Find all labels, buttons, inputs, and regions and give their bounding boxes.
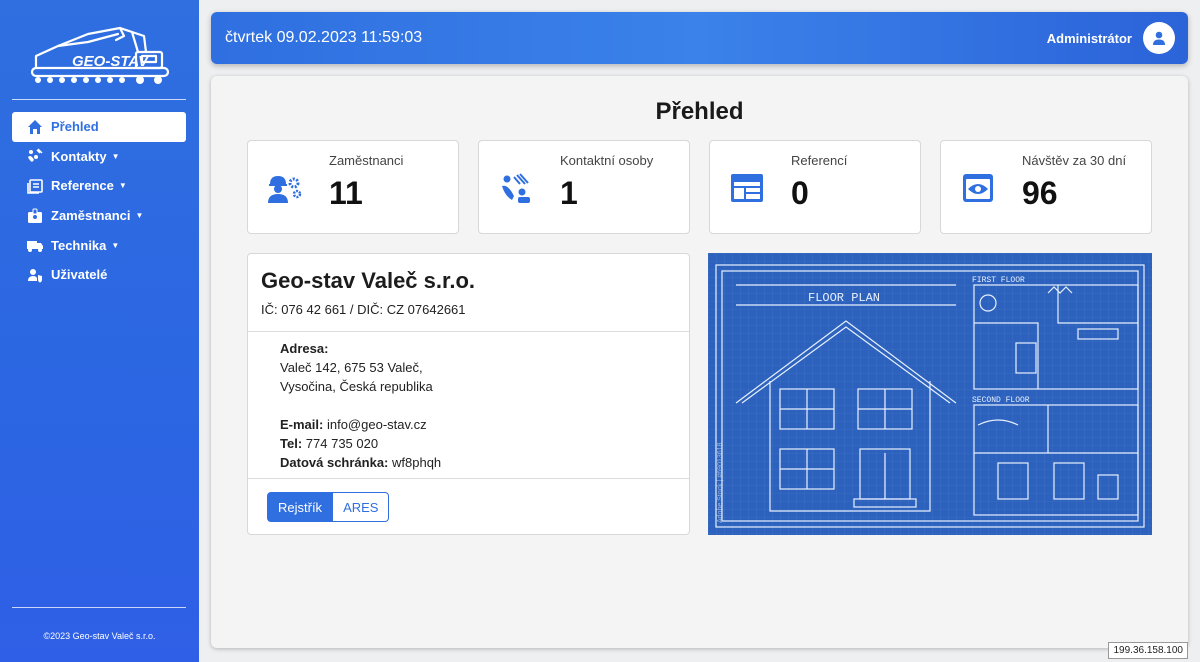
databox-value: wf8phqh — [392, 455, 442, 470]
stat-value: 1 — [560, 175, 578, 211]
sidebar-item-uzivatele[interactable]: Uživatelé — [12, 260, 186, 290]
user-icon — [1153, 31, 1165, 45]
main-content: Přehled Zaměstnanci 11 Kontaktní osoby 1… — [211, 76, 1188, 648]
sidebar-item-label: Přehled — [51, 119, 99, 135]
sidebar-nav: Přehled Kontakty ▼ Reference ▼ Zaměstnan… — [12, 112, 186, 290]
databox-label: Datová schránka: — [280, 455, 389, 470]
table-icon — [728, 171, 766, 205]
stat-value: 11 — [329, 175, 363, 211]
truck-icon — [26, 236, 44, 254]
stat-label: Kontaktní osoby — [560, 153, 654, 168]
address-line-1: Valeč 142, 675 53 Valeč, — [280, 360, 423, 375]
stock-watermark: Adobe Stock | #69013618 — [717, 442, 724, 523]
sidebar-item-label: Reference — [51, 178, 114, 194]
blueprint-image: FLOOR PLAN FIRST FLOOR SECOND FLOOR Adob… — [708, 253, 1152, 535]
stat-card-kontaktni-osoby[interactable]: Kontaktní osoby 1 — [478, 140, 690, 234]
caret-down-icon: ▼ — [111, 151, 120, 161]
address-label: Adresa: — [280, 341, 329, 356]
blueprint-title: FLOOR PLAN — [808, 291, 880, 305]
blueprint-first-floor: FIRST FLOOR — [972, 276, 1025, 285]
sidebar-item-technika[interactable]: Technika ▼ — [12, 230, 186, 260]
address-line-2: Vysočina, Česká republika — [280, 379, 433, 394]
company-card: Geo-stav Valeč s.r.o. IČ: 076 42 661 / D… — [247, 253, 690, 535]
user-name[interactable]: Administrátor — [1047, 31, 1132, 46]
badge-icon — [26, 207, 44, 225]
email-value[interactable]: info@geo-stav.cz — [327, 417, 427, 432]
rejstrik-button[interactable]: Rejstřík — [267, 492, 334, 522]
sidebar-item-kontakty[interactable]: Kontakty ▼ — [12, 142, 186, 172]
phone-label: Tel: — [280, 436, 303, 451]
page-title: Přehled — [655, 98, 744, 125]
stat-value: 0 — [791, 175, 809, 211]
company-name: Geo-stav Valeč s.r.o. — [261, 268, 476, 293]
sidebar-item-label: Zaměstnanci — [51, 208, 131, 224]
home-icon — [26, 118, 44, 136]
stat-label: Návštěv za 30 dní — [1022, 153, 1127, 168]
stat-label: Referencí — [791, 153, 848, 168]
users-shield-icon — [26, 266, 44, 284]
ip-address: 199.36.158.100 — [1108, 642, 1188, 659]
divider — [248, 331, 689, 332]
contact-block: E-mail: info@geo-stav.cz Tel: 774 735 02… — [280, 415, 441, 472]
copyright: ©2023 Geo-stav Valeč s.r.o. — [43, 631, 156, 641]
email-label: E-mail: — [280, 417, 324, 432]
stat-label: Zaměstnanci — [329, 153, 404, 168]
sidebar-divider — [12, 607, 186, 608]
stat-card-referenci[interactable]: Referencí 0 — [709, 140, 921, 234]
caret-down-icon: ▼ — [135, 211, 144, 221]
caret-down-icon: ▼ — [111, 240, 120, 250]
sidebar-item-label: Kontakty — [51, 148, 107, 164]
sidebar-divider — [12, 99, 186, 100]
blueprint-second-floor: SECOND FLOOR — [972, 396, 1030, 405]
sidebar-item-label: Uživatelé — [51, 267, 108, 283]
company-ids: IČ: 076 42 661 / DIČ: CZ 07642661 — [261, 302, 466, 317]
eye-icon — [959, 171, 997, 205]
sidebar: GEO-STAV Přehled Kontakty ▼ Reference ▼ — [0, 0, 199, 662]
sidebar-item-zamestnanci[interactable]: Zaměstnanci ▼ — [12, 201, 186, 231]
sidebar-item-reference[interactable]: Reference ▼ — [12, 171, 186, 201]
workers-icon — [266, 171, 304, 205]
ares-button[interactable]: ARES — [333, 492, 390, 522]
sidebar-item-prehled[interactable]: Přehled — [12, 112, 186, 142]
geo-stav-logo[interactable]: GEO-STAV — [28, 22, 172, 84]
top-header: čtvrtek 09.02.2023 11:59:03 Administráto… — [211, 12, 1188, 64]
registry-button-group: Rejstřík ARES — [267, 492, 390, 522]
caret-down-icon: ▼ — [118, 181, 127, 191]
divider — [248, 478, 689, 479]
datetime-display: čtvrtek 09.02.2023 11:59:03 — [225, 29, 423, 46]
logo-text: GEO-STAV — [72, 53, 150, 70]
contacts-icon — [497, 171, 535, 205]
reference-icon — [26, 177, 44, 195]
stat-value: 96 — [1022, 175, 1058, 211]
phone-value[interactable]: 774 735 020 — [306, 436, 378, 451]
contacts-icon — [26, 147, 44, 165]
stat-card-navstevy[interactable]: Návštěv za 30 dní 96 — [940, 140, 1152, 234]
stat-card-zamestnanci[interactable]: Zaměstnanci 11 — [247, 140, 459, 234]
user-avatar-button[interactable] — [1143, 22, 1175, 54]
address-block: Adresa: Valeč 142, 675 53 Valeč, Vysočin… — [280, 339, 433, 396]
sidebar-item-label: Technika — [51, 237, 107, 253]
